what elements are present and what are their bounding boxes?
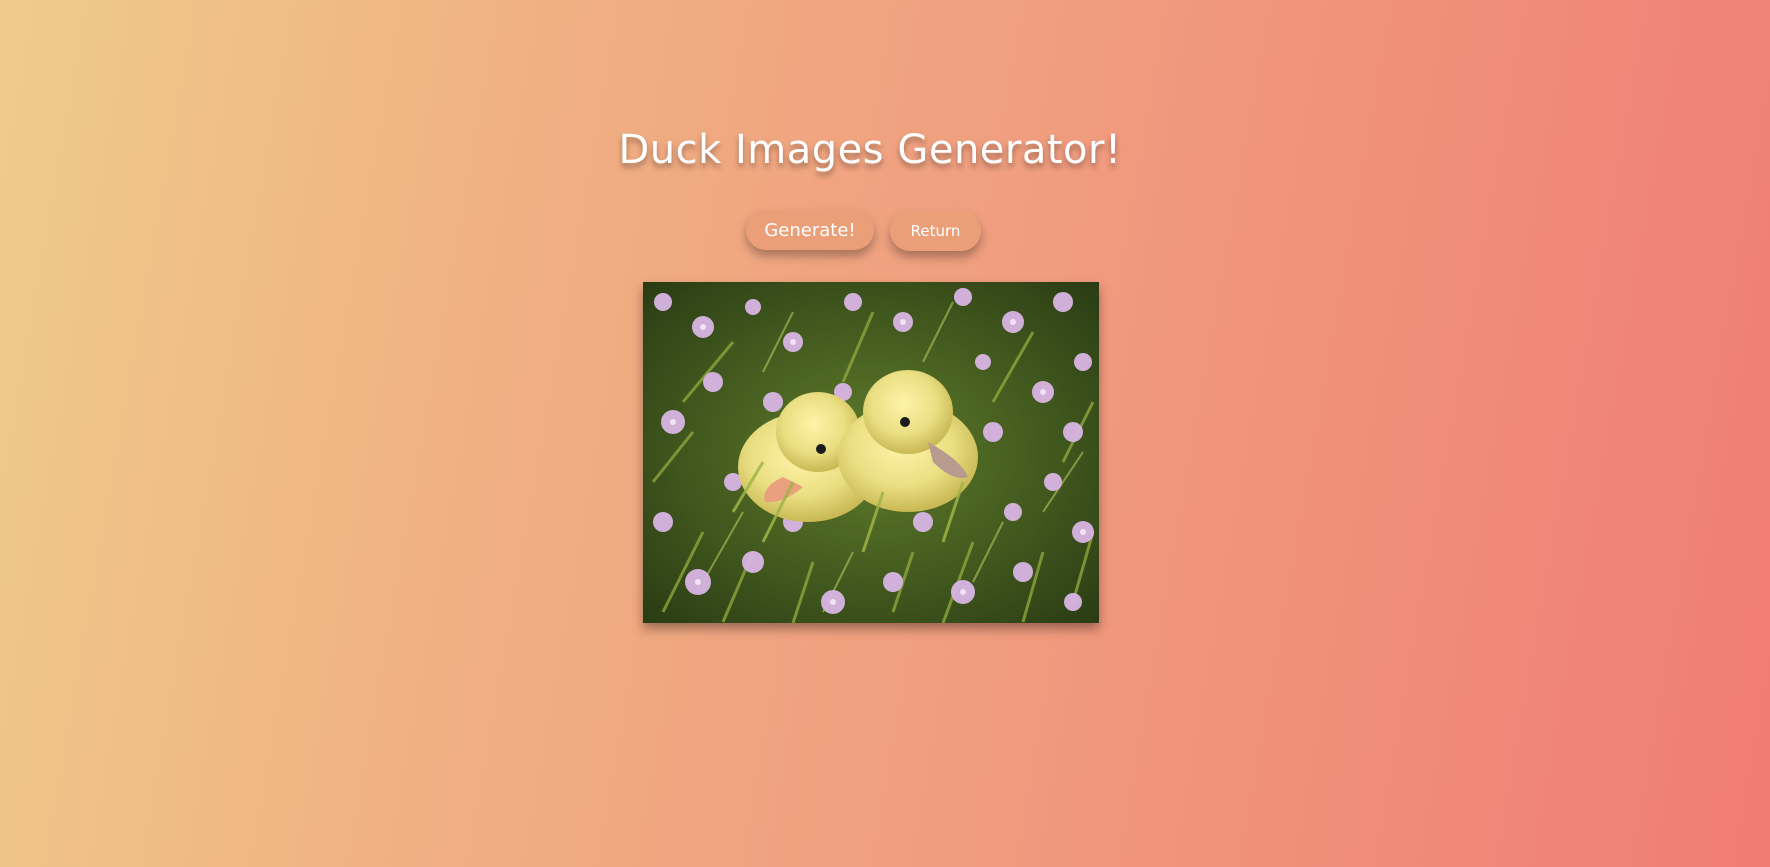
- duck-photo-illustration: [643, 282, 1099, 623]
- return-button[interactable]: Return: [890, 211, 981, 251]
- duck-image: [643, 282, 1099, 623]
- generate-button[interactable]: Generate!: [746, 210, 874, 250]
- page-title: Duck Images Generator!: [618, 127, 1122, 173]
